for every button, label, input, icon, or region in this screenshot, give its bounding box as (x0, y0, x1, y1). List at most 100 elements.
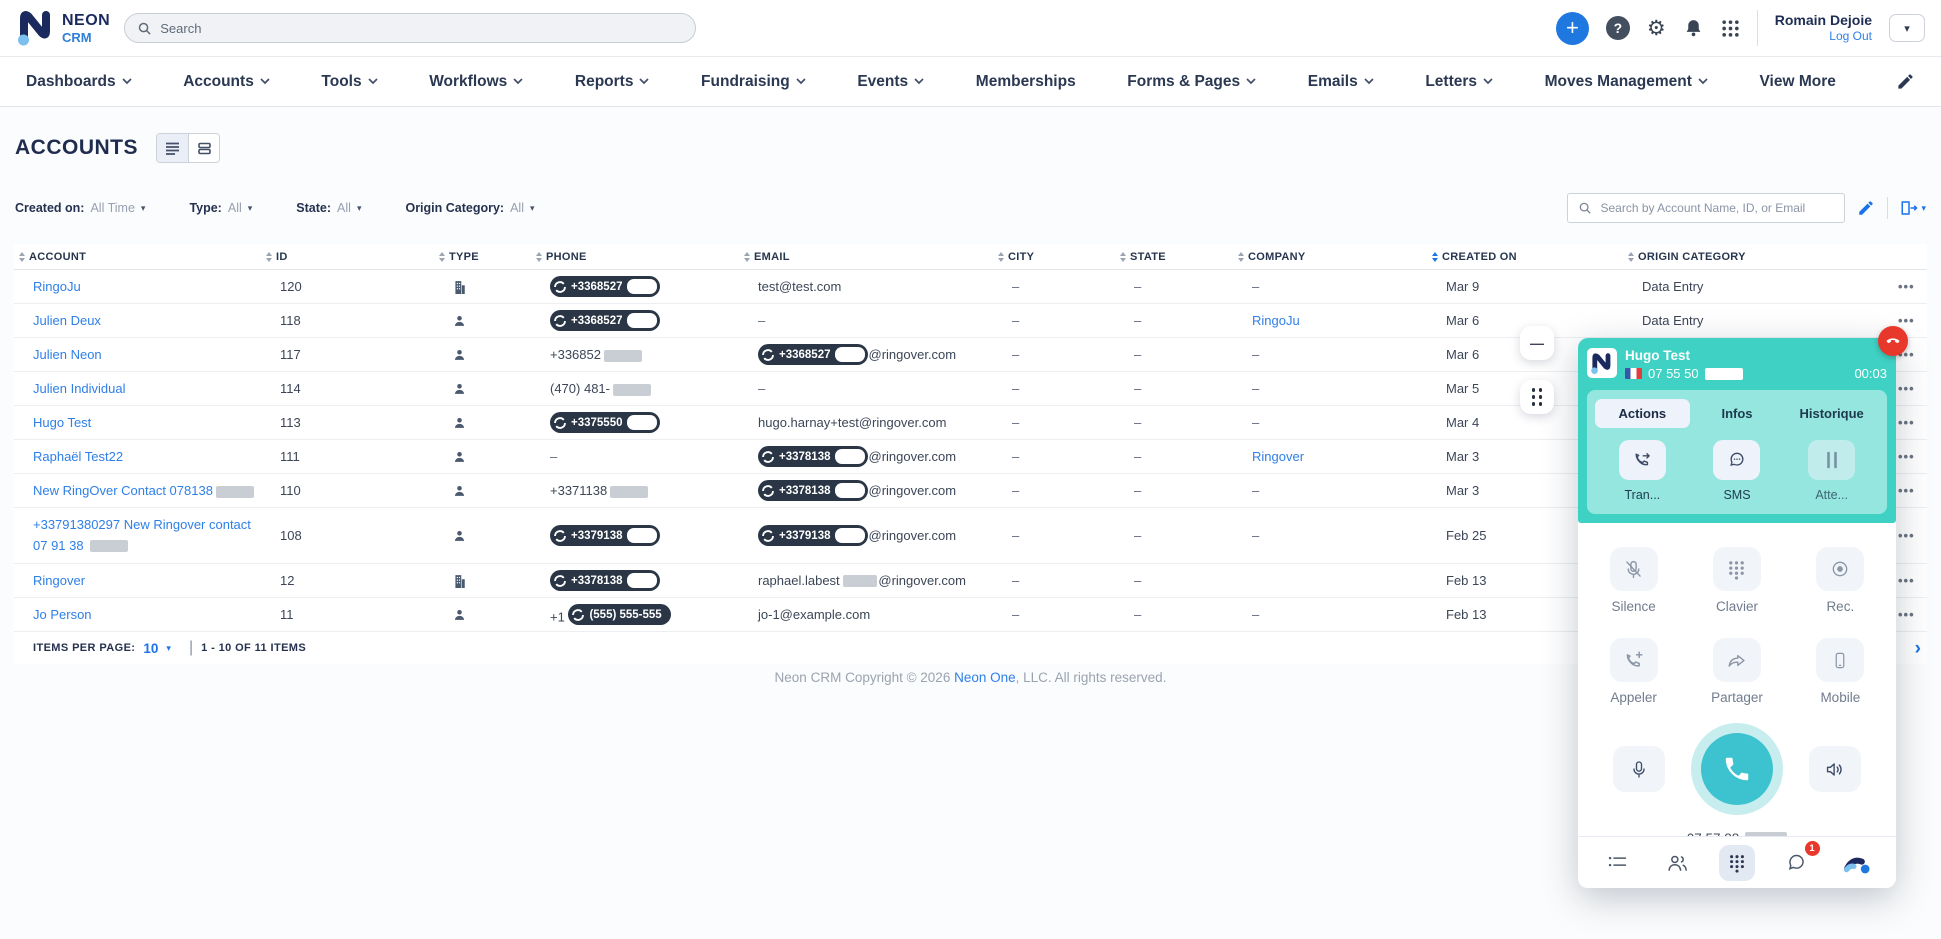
add-button[interactable]: + (1556, 12, 1589, 45)
widget-minimize-button[interactable]: — (1520, 326, 1554, 360)
sort-icon[interactable] (1120, 252, 1126, 262)
nav-forms-pages[interactable]: Forms & Pages (1127, 73, 1256, 91)
account-link[interactable]: Raphaël Test22 (33, 449, 123, 464)
edit-columns-pencil-icon[interactable] (1857, 199, 1875, 217)
row-actions-icon[interactable]: ••• (1898, 607, 1915, 622)
sort-icon-active[interactable] (1432, 252, 1438, 262)
row-actions-icon[interactable]: ••• (1898, 279, 1915, 294)
list-view-button[interactable] (157, 134, 188, 162)
account-link[interactable]: New RingOver Contact 078138 (33, 483, 254, 498)
filter-origin-category[interactable]: Origin Category: All ▾ (405, 201, 534, 215)
sort-icon[interactable] (439, 252, 445, 262)
nav-workflows[interactable]: Workflows (429, 73, 523, 91)
sms-button[interactable]: SMS (1690, 440, 1785, 502)
nav-reports[interactable]: Reports (575, 73, 650, 91)
keypad-button[interactable]: Clavier (1685, 547, 1788, 614)
share-button[interactable]: Partager (1685, 638, 1788, 705)
ringover-phone-badge[interactable]: +3368527 (550, 310, 660, 331)
nav-events[interactable]: Events (857, 73, 924, 91)
tab-historique[interactable]: Historique (1784, 399, 1879, 428)
account-link[interactable]: +33791380297 New Ringover contact 07 91 … (33, 517, 251, 552)
sort-icon[interactable] (19, 252, 25, 262)
ringover-phone-badge[interactable]: (555) 555-555 (568, 604, 670, 625)
widget-drag-handle[interactable] (1520, 380, 1554, 414)
sort-icon[interactable] (1628, 252, 1634, 262)
items-per-page-select[interactable]: 10 (143, 641, 158, 656)
global-search[interactable] (124, 13, 696, 43)
sort-icon[interactable] (744, 252, 750, 262)
account-link[interactable]: Ringover (33, 573, 85, 588)
account-link[interactable]: Hugo Test (33, 415, 91, 430)
nav-letters[interactable]: Letters (1425, 73, 1493, 91)
messages-nav-icon[interactable]: 1 (1779, 845, 1815, 881)
hold-button[interactable]: Atte... (1784, 440, 1879, 502)
nav-tools[interactable]: Tools (321, 73, 377, 91)
user-menu-button[interactable]: ▾ (1889, 14, 1925, 42)
record-button[interactable]: Rec. (1789, 547, 1892, 614)
ringover-phone-badge[interactable]: +3375550 (550, 412, 660, 433)
ringover-email-badge[interactable]: +3379138 (758, 525, 868, 546)
row-actions-icon[interactable]: ••• (1898, 528, 1915, 543)
nav-accounts[interactable]: Accounts (183, 73, 270, 91)
contacts-nav-icon[interactable] (1659, 845, 1695, 881)
notifications-bell-icon[interactable] (1683, 17, 1704, 39)
mute-button[interactable]: Silence (1582, 547, 1685, 614)
ringover-phone-badge[interactable]: +3368527 (550, 276, 660, 297)
table-search-input[interactable] (1600, 201, 1834, 215)
ringover-logo[interactable] (1838, 845, 1874, 881)
activity-log-nav-icon[interactable] (1600, 845, 1636, 881)
company-link[interactable]: RingoJu (1252, 313, 1300, 328)
call-button[interactable] (1691, 723, 1783, 815)
row-actions-icon[interactable]: ••• (1898, 573, 1915, 588)
logout-link[interactable]: Log Out (1775, 29, 1872, 43)
filter-created-on[interactable]: Created on: All Time ▾ (15, 201, 145, 215)
sort-icon[interactable] (266, 252, 272, 262)
dialer-nav-icon[interactable] (1719, 845, 1755, 881)
card-view-button[interactable] (188, 134, 219, 162)
sort-icon[interactable] (536, 252, 542, 262)
row-actions-icon[interactable]: ••• (1898, 449, 1915, 464)
row-actions-icon[interactable]: ••• (1898, 313, 1915, 328)
new-call-button[interactable]: Appeler (1582, 638, 1685, 705)
tab-actions[interactable]: Actions (1595, 399, 1690, 428)
apps-grid-icon[interactable] (1721, 19, 1740, 38)
hangup-button[interactable] (1878, 326, 1908, 356)
account-link[interactable]: Julien Neon (33, 347, 102, 362)
filter-state[interactable]: State: All ▾ (296, 201, 361, 215)
edit-nav-pencil-icon[interactable] (1896, 72, 1915, 91)
microphone-button[interactable] (1613, 746, 1665, 792)
account-link[interactable]: RingoJu (33, 279, 81, 294)
nav-dashboards[interactable]: Dashboards (26, 73, 132, 91)
row-actions-icon[interactable]: ••• (1898, 381, 1915, 396)
ringover-phone-badge[interactable]: +3379138 (550, 525, 660, 546)
caret-down-icon[interactable]: ▾ (166, 643, 171, 654)
row-actions-icon[interactable]: ••• (1898, 483, 1915, 498)
account-link[interactable]: Julien Individual (33, 381, 126, 396)
ringover-phone-badge[interactable]: +3378138 (550, 570, 660, 591)
nav-view-more[interactable]: View More (1760, 73, 1836, 91)
export-button[interactable]: ▾ (1900, 200, 1926, 216)
speaker-button[interactable] (1809, 746, 1861, 792)
company-link[interactable]: Ringover (1252, 449, 1304, 464)
tab-infos[interactable]: Infos (1690, 399, 1785, 428)
transfer-button[interactable]: Tran... (1595, 440, 1690, 502)
ringover-email-badge[interactable]: +3378138 (758, 446, 868, 467)
nav-emails[interactable]: Emails (1308, 73, 1374, 91)
settings-gear-icon[interactable]: ⚙ (1647, 18, 1666, 39)
nav-fundraising[interactable]: Fundraising (701, 73, 806, 91)
nav-moves-management[interactable]: Moves Management (1545, 73, 1708, 91)
row-actions-icon[interactable]: ••• (1898, 415, 1915, 430)
neon-one-link[interactable]: Neon One (954, 670, 1016, 685)
next-page-arrow[interactable]: › (1915, 639, 1921, 658)
sort-icon[interactable] (998, 252, 1004, 262)
account-link[interactable]: Julien Deux (33, 313, 101, 328)
ringover-email-badge[interactable]: +3378138 (758, 480, 868, 501)
mobile-button[interactable]: Mobile (1789, 638, 1892, 705)
table-search[interactable] (1567, 193, 1845, 223)
nav-memberships[interactable]: Memberships (976, 73, 1076, 91)
account-link[interactable]: Jo Person (33, 607, 92, 622)
neon-crm-logo[interactable]: NEON CRM (16, 9, 110, 47)
sort-icon[interactable] (1238, 252, 1244, 262)
filter-type[interactable]: Type: All ▾ (189, 201, 252, 215)
help-icon[interactable]: ? (1606, 16, 1630, 40)
